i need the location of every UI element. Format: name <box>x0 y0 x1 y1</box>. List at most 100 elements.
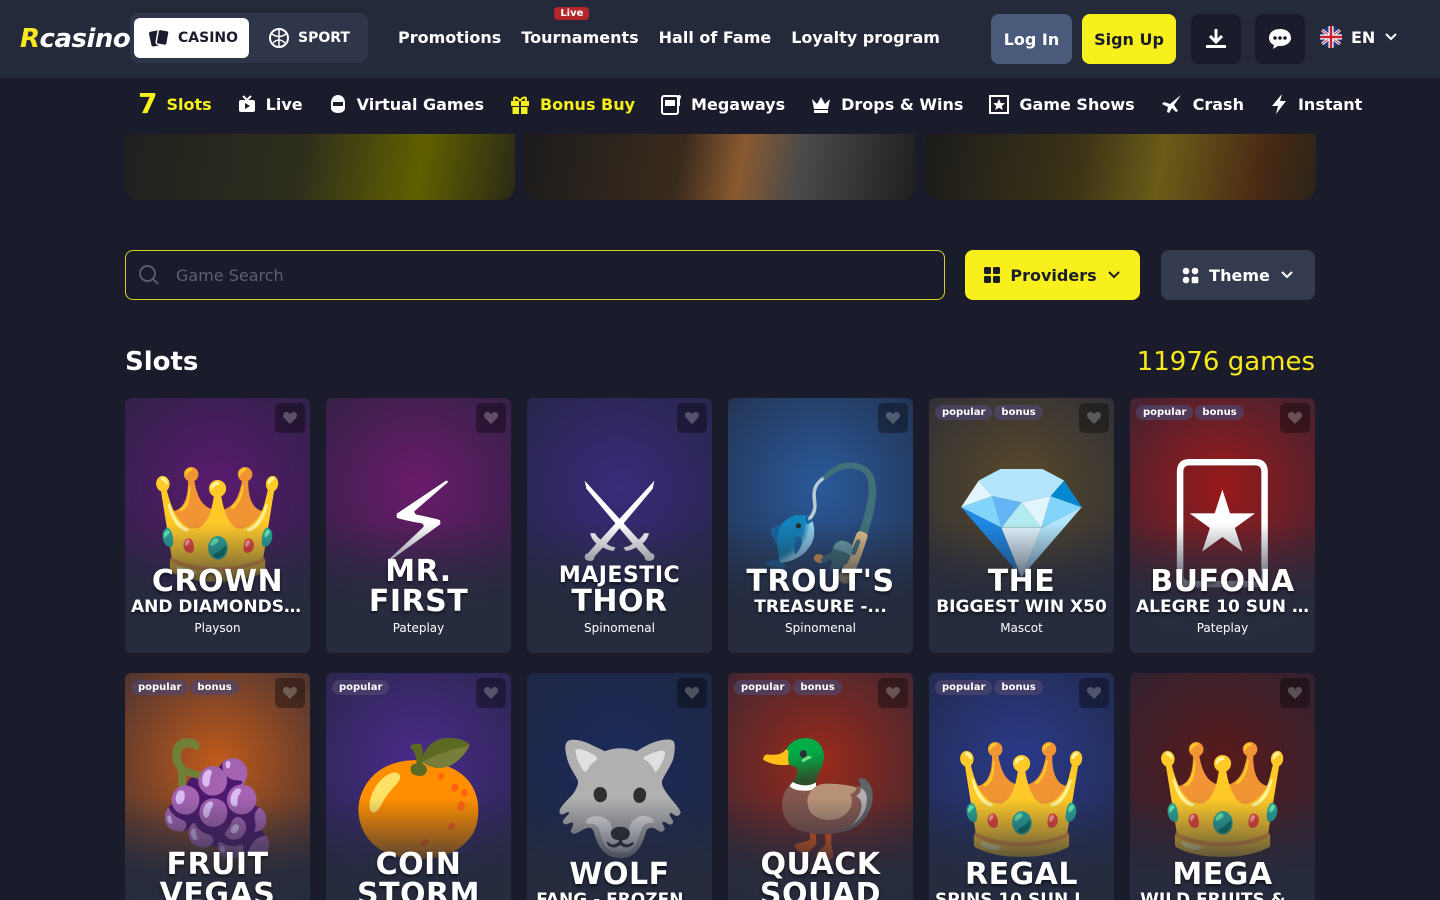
download-button[interactable] <box>1191 14 1241 64</box>
category-virtual-games[interactable]: Virtual Games <box>328 93 484 115</box>
game-card[interactable]: 🍊popularCOINSTORM <box>326 673 511 900</box>
category-drops-wins[interactable]: Drops & Wins <box>810 94 963 114</box>
category-game-shows[interactable]: Game Shows <box>988 93 1135 115</box>
category-nav: 7 Slots Live Virtual Games Bonus Buy Meg… <box>138 90 1362 118</box>
site-logo[interactable]: Rcasino <box>20 24 131 54</box>
game-card[interactable]: ⚔MAJESTICTHORSpinomenal <box>527 398 712 653</box>
providers-dropdown[interactable]: Providers <box>965 250 1140 300</box>
game-card[interactable]: 👑MEGAWILD FRUITS &... <box>1130 673 1315 900</box>
game-title: TROUT'S <box>746 566 895 597</box>
favorite-button[interactable] <box>1280 678 1310 708</box>
nav-tournaments[interactable]: Live Tournaments <box>521 7 639 47</box>
signup-button[interactable]: Sign Up <box>1082 14 1176 64</box>
heart-icon <box>885 412 901 424</box>
heart-icon <box>1086 412 1102 424</box>
game-tags: popular bonus <box>131 680 239 695</box>
game-provider: Pateplay <box>1196 621 1249 635</box>
sport-tab[interactable]: SPORT <box>254 18 364 58</box>
category-crash[interactable]: Crash <box>1160 92 1244 116</box>
game-info: THE BIGGEST WIN X50 Mascot <box>929 567 1114 635</box>
favorite-button[interactable] <box>878 403 908 433</box>
favorite-button[interactable] <box>275 403 305 433</box>
tv-icon <box>238 95 255 112</box>
game-card[interactable]: 👑popularbonusREGALSPINS 10 SUN LINK <box>929 673 1114 900</box>
favorite-button[interactable] <box>275 678 305 708</box>
game-card[interactable]: 🐺WOLFFANG - FROZEN... <box>527 673 712 900</box>
game-subtitle: WILD FRUITS &... <box>1140 889 1305 900</box>
top-nav: Promotions Live Tournaments Hall of Fame … <box>398 7 940 47</box>
theme-dropdown[interactable]: Theme <box>1161 250 1315 300</box>
favorite-button[interactable] <box>476 403 506 433</box>
game-card[interactable]: 💎popularbonusTHEBIGGEST WIN X50Mascot <box>929 398 1114 653</box>
category-bonus-buy[interactable]: Bonus Buy <box>509 93 635 115</box>
favorite-button[interactable] <box>1079 678 1109 708</box>
section-title: Slots <box>125 347 199 377</box>
search-input[interactable] <box>176 265 876 285</box>
heart-icon <box>885 687 901 699</box>
seven-icon: 7 <box>138 87 158 120</box>
game-info: MEGA WILD FRUITS &... <box>1130 860 1315 900</box>
game-tags: popular bonus <box>935 405 1043 420</box>
nav-loyalty-program[interactable]: Loyalty program <box>791 28 940 47</box>
category-slots[interactable]: 7 Slots <box>138 90 212 118</box>
favorite-button[interactable] <box>1079 403 1109 433</box>
bonus-tag: bonus <box>994 680 1043 695</box>
game-search-box <box>125 250 945 300</box>
game-provider: Pateplay <box>392 621 445 635</box>
chat-button[interactable] <box>1255 14 1305 64</box>
favorite-button[interactable] <box>476 678 506 708</box>
search-icon <box>139 265 159 285</box>
game-card[interactable]: 🍇popularbonusFRUITVEGAS <box>125 673 310 900</box>
game-subtitle: TREASURE -... <box>754 596 887 617</box>
favorite-button[interactable] <box>1280 403 1310 433</box>
game-info: MAJESTIC THOR Spinomenal <box>527 565 712 635</box>
casino-label: CASINO <box>178 30 239 46</box>
game-subtitle: FANG - FROZEN... <box>536 889 703 900</box>
casino-tab[interactable]: CASINO <box>134 18 249 58</box>
game-card[interactable]: 🃏popularbonusBUFONAALEGRE 10 SUN LINKPat… <box>1130 398 1315 653</box>
gift-icon <box>510 96 529 114</box>
game-info: QUACK SQUAD <box>728 850 913 900</box>
chevron-down-icon <box>1385 33 1398 41</box>
nav-tournaments-label: Tournaments <box>521 28 639 47</box>
game-title-line2: STORM <box>356 880 481 900</box>
star-frame-icon <box>989 95 1010 114</box>
game-title: COIN <box>375 850 462 880</box>
game-card[interactable]: ⚡MR.FIRSTPateplay <box>326 398 511 653</box>
game-card[interactable]: 🎣TROUT'STREASURE -...Spinomenal <box>728 398 913 653</box>
ball-icon <box>269 28 289 48</box>
game-info: REGAL SPINS 10 SUN LINK <box>929 860 1114 900</box>
favorite-button[interactable] <box>677 678 707 708</box>
favorite-button[interactable] <box>878 678 908 708</box>
favorite-button[interactable] <box>677 403 707 433</box>
theme-icon <box>1182 267 1199 283</box>
game-tags: popular bonus <box>1136 405 1244 420</box>
game-card[interactable]: 🦆popularbonusQUACKSQUAD <box>728 673 913 900</box>
promo-banner[interactable] <box>525 134 915 200</box>
game-provider: Playson <box>194 621 241 635</box>
bonus-tag: bonus <box>994 405 1043 420</box>
category-label: Slots <box>166 94 212 114</box>
category-label: Bonus Buy <box>539 94 636 114</box>
category-live[interactable]: Live <box>237 94 303 114</box>
language-label: EN <box>1351 27 1376 47</box>
promo-banner[interactable] <box>926 134 1316 200</box>
login-button[interactable]: Log In <box>991 14 1072 64</box>
game-provider: Spinomenal <box>785 621 856 635</box>
category-instant[interactable]: Instant <box>1269 93 1362 115</box>
promo-banner[interactable] <box>125 134 515 200</box>
nav-promotions[interactable]: Promotions <box>398 28 501 47</box>
game-title: MR. <box>385 557 452 587</box>
category-label: Instant <box>1297 94 1363 114</box>
game-card[interactable]: 👑CROWNAND DIAMONDS:...Playson <box>125 398 310 653</box>
category-megaways[interactable]: Megaways <box>660 92 785 116</box>
game-title: MEGA <box>1172 859 1273 890</box>
top-header: Rcasino CASINO SPORT Promotions Live Tour… <box>0 0 1440 78</box>
game-title: MAJESTIC <box>558 565 681 587</box>
language-selector[interactable]: EN <box>1320 26 1398 48</box>
game-title: WOLF <box>569 859 670 890</box>
heart-icon <box>483 412 499 424</box>
category-label: Drops & Wins <box>841 94 964 114</box>
nav-hall-of-fame[interactable]: Hall of Fame <box>659 28 772 47</box>
heart-icon <box>1287 687 1303 699</box>
